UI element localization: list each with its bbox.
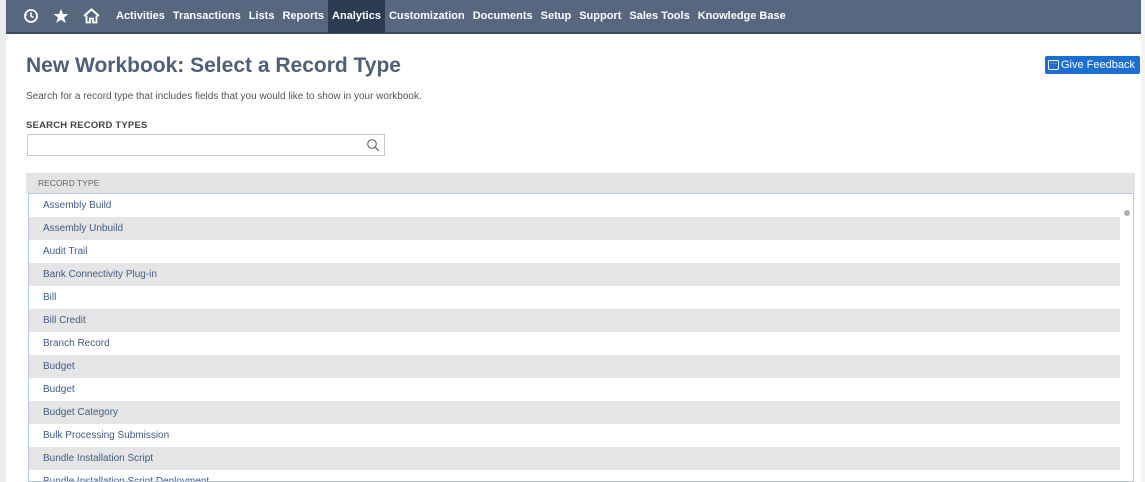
home-icon[interactable] xyxy=(76,0,106,33)
record-type-row[interactable]: Bill Credit xyxy=(29,309,1121,332)
nav-menu: Activities Transactions Lists Reports Analyt… xyxy=(112,0,790,33)
record-type-row[interactable]: Audit Trail xyxy=(29,240,1121,263)
search-box xyxy=(27,134,385,156)
table-header-record-type[interactable]: RECORD TYPE xyxy=(26,173,1135,193)
record-type-row[interactable]: Bulk Processing Submission xyxy=(29,424,1121,447)
record-type-row[interactable]: Budget xyxy=(29,355,1121,378)
nav-item-setup[interactable]: Setup xyxy=(537,0,576,33)
record-type-row[interactable]: Budget xyxy=(29,378,1121,401)
nav-item-transactions[interactable]: Transactions xyxy=(169,0,245,33)
history-icon[interactable] xyxy=(16,0,46,33)
record-type-row[interactable]: Bundle Installation Script Deployment xyxy=(29,470,1121,481)
star-icon[interactable] xyxy=(46,0,76,33)
nav-item-lists[interactable]: Lists xyxy=(245,0,279,33)
speech-bubble-icon: ··· xyxy=(1048,60,1059,70)
record-type-row[interactable]: Budget Category xyxy=(29,401,1121,424)
search-input[interactable] xyxy=(28,135,366,155)
search-icon[interactable] xyxy=(366,138,380,152)
give-feedback-label: Give Feedback xyxy=(1061,59,1135,71)
scrollbar[interactable] xyxy=(1120,194,1133,481)
record-type-list: Assembly Build Assembly Unbuild Audit Trai… xyxy=(28,193,1134,482)
record-type-row[interactable]: Assembly Unbuild xyxy=(29,217,1121,240)
record-type-row[interactable]: Branch Record xyxy=(29,332,1121,355)
record-type-rows: Assembly Build Assembly Unbuild Audit Trai… xyxy=(29,194,1133,481)
nav-item-activities[interactable]: Activities xyxy=(112,0,169,33)
nav-item-support[interactable]: Support xyxy=(575,0,625,33)
nav-item-documents[interactable]: Documents xyxy=(469,0,537,33)
nav-item-knowledge-base[interactable]: Knowledge Base xyxy=(694,0,790,33)
top-navigation-bar: Activities Transactions Lists Reports Analyt… xyxy=(6,0,1141,34)
window-right-frame xyxy=(1141,0,1145,482)
nav-item-sales-tools[interactable]: Sales Tools xyxy=(625,0,693,33)
page-title: New Workbook: Select a Record Type xyxy=(26,54,401,77)
scrollbar-thumb[interactable] xyxy=(1124,210,1130,216)
nav-item-customization[interactable]: Customization xyxy=(385,0,469,33)
give-feedback-button[interactable]: ··· Give Feedback xyxy=(1045,56,1140,74)
record-type-row[interactable]: Bill xyxy=(29,286,1121,309)
record-type-row[interactable]: Bank Connectivity Plug-in xyxy=(29,263,1121,286)
record-type-row[interactable]: Assembly Build xyxy=(29,194,1121,217)
record-type-row[interactable]: Bundle Installation Script xyxy=(29,447,1121,470)
nav-item-analytics[interactable]: Analytics xyxy=(328,0,385,33)
nav-item-reports[interactable]: Reports xyxy=(278,0,328,33)
page-subtitle: Search for a record type that includes f… xyxy=(26,91,422,102)
search-record-types-label: SEARCH RECORD TYPES xyxy=(26,120,148,131)
window-left-frame xyxy=(0,0,6,482)
